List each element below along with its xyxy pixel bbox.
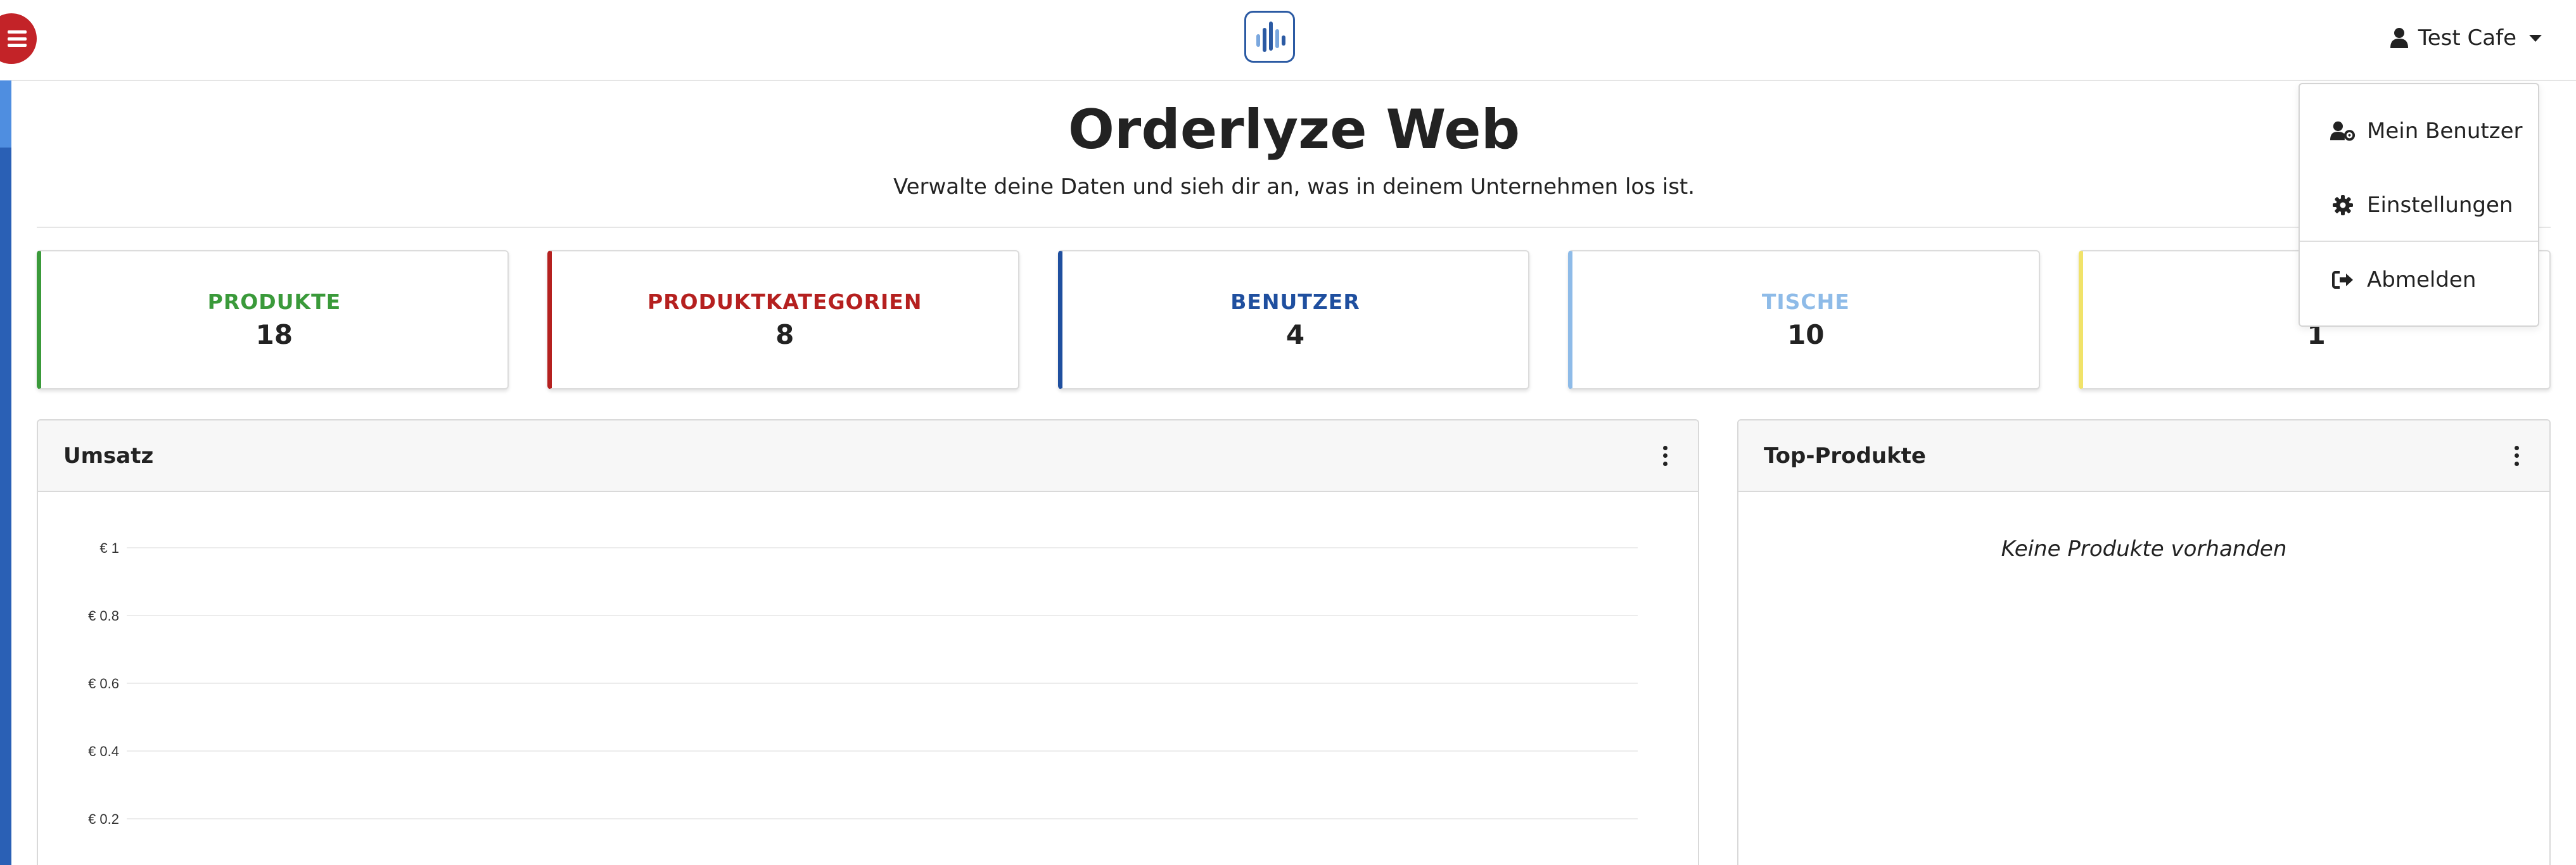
menu-item-abmelden[interactable]: Abmelden (2300, 251, 2538, 308)
stat-value: 10 (1787, 319, 1825, 350)
sign-out-icon (2330, 267, 2356, 293)
umsatz-panel: Umsatz € 1 € 0.8 € 0.6 € 0.4 € 0.2 (37, 419, 1699, 865)
top-header: Test Cafe (11, 0, 2576, 81)
more-options-icon[interactable] (1657, 445, 1673, 467)
stat-label: TISCHE (1761, 289, 1850, 314)
y-tick-label: € 0.6 (88, 676, 119, 691)
page-subtitle: Verwalte deine Daten und sieh dir an, wa… (893, 174, 1695, 199)
stat-value: 4 (1285, 319, 1305, 350)
stat-card-tische[interactable]: TISCHE 10 (1568, 250, 2041, 389)
menu-item-einstellungen[interactable]: Einstellungen (2300, 177, 2538, 234)
hamburger-icon (8, 30, 27, 47)
stat-card-produkte[interactable]: PRODUKTE 18 (37, 250, 509, 389)
y-tick-label: € 0.4 (88, 743, 119, 759)
umsatz-chart-svg: € 1 € 0.8 € 0.6 € 0.4 € 0.2 (88, 540, 1638, 827)
stat-label: PRODUKTE (207, 289, 341, 314)
y-tick-label: € 1 (99, 540, 119, 556)
stat-value: 8 (775, 319, 794, 350)
stat-card-produktkategorien[interactable]: PRODUKTKATEGORIEN 8 (547, 250, 1019, 389)
sidebar-edge-rest (0, 148, 11, 865)
user-dropdown-menu: Mein Benutzer Einstellungen Abmelden (2299, 83, 2539, 327)
top-products-panel-header: Top-Produkte (1738, 420, 2549, 492)
user-icon (2390, 28, 2408, 48)
menu-item-label: Einstellungen (2367, 193, 2513, 218)
menu-item-mein-benutzer[interactable]: Mein Benutzer (2300, 103, 2538, 160)
app-logo[interactable] (1244, 11, 1295, 63)
y-tick-label: € 0.2 (88, 811, 119, 827)
stat-card-benutzer[interactable]: BENUTZER 4 (1057, 250, 1530, 389)
y-tick-label: € 0.8 (88, 608, 119, 624)
stat-label: PRODUKTKATEGORIEN (647, 289, 922, 314)
umsatz-title: Umsatz (63, 443, 154, 469)
empty-state-text: Keine Produkte vorhanden (2001, 536, 2287, 562)
more-options-icon[interactable] (2509, 445, 2524, 467)
top-products-panel: Top-Produkte Keine Produkte vorhanden (1737, 419, 2551, 865)
gear-icon (2330, 193, 2356, 218)
stat-label: BENUTZER (1230, 289, 1360, 314)
menu-item-label: Abmelden (2367, 267, 2477, 293)
page-title: Orderlyze Web (1068, 98, 1521, 161)
stat-value: 18 (255, 319, 293, 350)
user-cog-icon (2330, 118, 2356, 144)
menu-item-label: Mein Benutzer (2367, 118, 2523, 144)
divider (37, 227, 2551, 228)
logo-bars-icon (1256, 22, 1285, 52)
menu-divider (2300, 241, 2538, 242)
chevron-down-icon (2529, 34, 2542, 42)
user-name: Test Cafe (2418, 25, 2516, 51)
umsatz-panel-header: Umsatz (38, 420, 1698, 492)
stat-cards: PRODUKTE 18 PRODUKTKATEGORIEN 8 BENUTZER… (37, 250, 2551, 389)
umsatz-chart: € 1 € 0.8 € 0.6 € 0.4 € 0.2 (38, 492, 1698, 865)
top-products-title: Top-Produkte (1764, 443, 1926, 469)
user-menu-toggle[interactable]: Test Cafe (2390, 23, 2542, 53)
